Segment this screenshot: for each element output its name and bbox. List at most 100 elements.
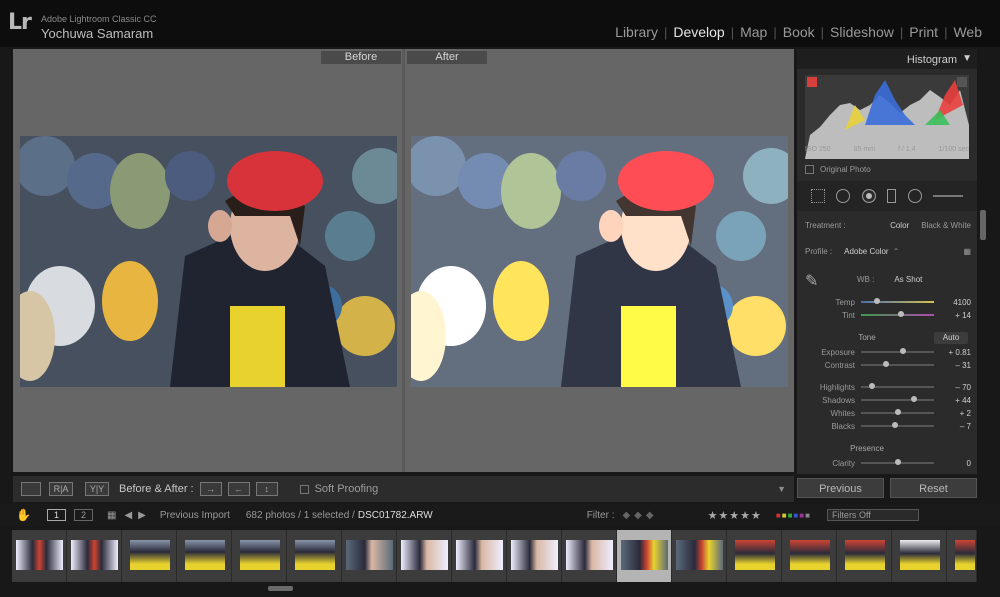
soft-proofing-checkbox[interactable] <box>299 484 309 494</box>
right-panel-scrollbar[interactable] <box>980 210 986 240</box>
blacks-value[interactable]: – 7 <box>940 422 971 431</box>
clarity-knob[interactable] <box>894 459 901 465</box>
highlights-slider[interactable] <box>861 383 934 389</box>
histogram-header[interactable]: Histogram ▼ <box>797 49 977 69</box>
module-map[interactable]: Map <box>734 24 773 40</box>
film-thumb[interactable] <box>12 530 67 582</box>
shadows-value[interactable]: + 44 <box>940 396 971 405</box>
film-thumb[interactable] <box>67 530 122 582</box>
contrast-knob[interactable] <box>882 361 889 367</box>
blacks-knob[interactable] <box>892 422 899 428</box>
collapse-triangle-icon[interactable]: ▼ <box>962 53 972 64</box>
film-thumb[interactable] <box>947 530 977 582</box>
star-rating-filter[interactable]: ★★★★★ <box>708 509 762 522</box>
treatment-color-button[interactable]: Color <box>890 221 909 230</box>
exposure-slider[interactable] <box>861 348 934 354</box>
top-bar: Lr Adobe Lightroom Classic CC Yochuwa Sa… <box>0 0 1000 47</box>
shadows-slider[interactable] <box>861 396 934 402</box>
before-photo[interactable] <box>20 136 397 387</box>
film-thumb[interactable] <box>837 530 892 582</box>
after-photo[interactable] <box>411 136 788 387</box>
filmstrip-scrollbar[interactable] <box>268 586 293 591</box>
highlights-value[interactable]: – 70 <box>940 383 971 392</box>
secondary-display-icon[interactable]: ✋ <box>16 508 31 522</box>
film-thumb[interactable] <box>122 530 177 582</box>
back-arrow-icon[interactable]: ◀ <box>124 510 132 521</box>
clarity-label: Clarity <box>832 458 855 468</box>
film-thumb[interactable] <box>177 530 232 582</box>
temp-label: Temp <box>835 297 855 307</box>
highlights-knob[interactable] <box>868 383 875 389</box>
clarity-value[interactable]: 0 <box>940 459 971 468</box>
film-thumb[interactable] <box>782 530 837 582</box>
radial-filter-icon[interactable] <box>907 189 922 203</box>
treatment-bw-button[interactable]: Black & White <box>921 221 971 230</box>
soft-proofing-toggle[interactable]: Soft Proofing <box>299 483 378 495</box>
film-thumb[interactable] <box>507 530 562 582</box>
contrast-value[interactable]: – 31 <box>940 361 971 370</box>
original-photo-toggle[interactable]: Original Photo <box>805 165 871 174</box>
second-window-button[interactable]: 2 <box>73 509 93 521</box>
main-window-button[interactable]: 1 <box>46 509 66 521</box>
film-thumb[interactable] <box>287 530 342 582</box>
color-label-filter[interactable]: ■■■■■■ <box>776 511 811 520</box>
film-thumb[interactable] <box>232 530 287 582</box>
original-photo-checkbox[interactable] <box>805 165 814 174</box>
exposure-knob[interactable] <box>900 348 907 354</box>
copy-before-to-after-button[interactable]: → <box>199 482 222 496</box>
filters-preset-dropdown[interactable]: Filters Off <box>826 509 919 521</box>
spot-removal-icon[interactable] <box>836 189 851 203</box>
module-develop[interactable]: Develop <box>667 24 730 40</box>
loupe-view-button[interactable] <box>21 482 41 496</box>
copy-after-to-before-button[interactable]: ← <box>227 482 250 496</box>
profile-dropdown[interactable]: Adobe Color <box>844 247 888 256</box>
module-slideshow[interactable]: Slideshow <box>824 24 900 40</box>
film-thumb[interactable] <box>672 530 727 582</box>
module-library[interactable]: Library <box>609 24 664 40</box>
clarity-slider[interactable] <box>861 459 934 465</box>
whites-knob[interactable] <box>895 409 902 415</box>
source-label[interactable]: Previous Import <box>160 510 230 521</box>
module-print[interactable]: Print <box>903 24 944 40</box>
red-eye-icon[interactable] <box>861 189 876 203</box>
film-thumb[interactable] <box>452 530 507 582</box>
reset-button[interactable]: Reset <box>890 478 977 498</box>
before-after-lr-button[interactable]: R|A <box>49 482 73 496</box>
temp-knob[interactable] <box>874 298 881 304</box>
swap-before-after-button[interactable]: ↕ <box>255 482 278 496</box>
flag-filter-icons[interactable]: ◆◆◆ <box>622 510 657 521</box>
shadows-knob[interactable] <box>910 396 917 402</box>
film-thumb[interactable] <box>892 530 947 582</box>
forward-arrow-icon[interactable]: ▶ <box>138 510 146 521</box>
temp-slider[interactable] <box>861 298 934 304</box>
film-thumb[interactable] <box>397 530 452 582</box>
tint-value[interactable]: + 14 <box>940 311 971 320</box>
previous-button[interactable]: Previous <box>797 478 884 498</box>
wb-dropdown[interactable]: As Shot <box>894 275 922 284</box>
whites-value[interactable]: + 2 <box>940 409 971 418</box>
wb-eyedropper-icon[interactable]: ✎ <box>805 271 818 291</box>
blacks-slider[interactable] <box>861 422 934 428</box>
before-after-tb-button[interactable]: Y|Y <box>85 482 109 496</box>
adjustment-brush-icon[interactable] <box>933 195 964 197</box>
grid-view-icon[interactable]: ▦ <box>107 510 116 521</box>
tint-knob[interactable] <box>898 311 905 317</box>
film-thumb[interactable] <box>562 530 617 582</box>
module-web[interactable]: Web <box>947 24 988 40</box>
temp-value[interactable]: 4100 <box>940 298 971 307</box>
original-photo-label: Original Photo <box>820 165 871 174</box>
whites-slider[interactable] <box>861 409 934 415</box>
auto-tone-button[interactable]: Auto <box>934 332 968 344</box>
profile-browser-icon[interactable]: ▦ <box>963 247 971 256</box>
toolbar-menu-chevron-icon[interactable]: ▼ <box>777 484 786 494</box>
contrast-slider[interactable] <box>861 361 934 367</box>
film-thumb-selected[interactable] <box>617 530 672 582</box>
film-thumb[interactable] <box>727 530 782 582</box>
graduated-filter-icon[interactable] <box>887 189 897 203</box>
film-thumb[interactable] <box>342 530 397 582</box>
exposure-value[interactable]: + 0.81 <box>940 348 971 357</box>
crop-overlay-icon[interactable] <box>810 189 825 203</box>
tint-slider[interactable] <box>861 311 934 317</box>
selected-filename[interactable]: DSC01782.ARW <box>358 510 433 521</box>
module-book[interactable]: Book <box>777 24 821 40</box>
